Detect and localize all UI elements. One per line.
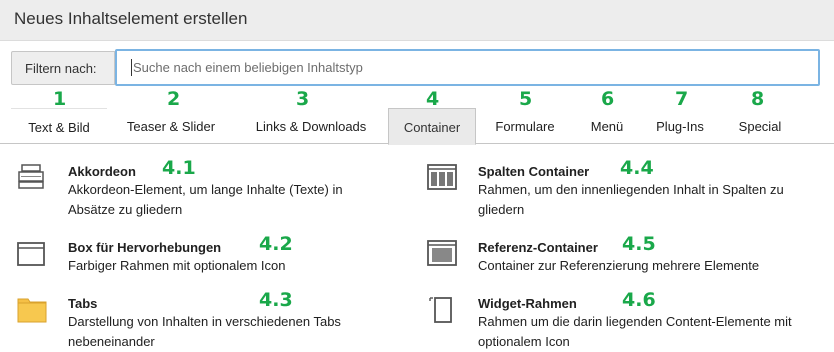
item-description: Rahmen um die darin liegenden Content-El… [478, 314, 792, 349]
item-title: Referenz-Container [478, 240, 598, 255]
tab-bar: Text & Bild Teaser & Slider Links & Down… [0, 108, 834, 145]
item-title: Tabs [68, 296, 98, 311]
item-number: 4.3 [259, 289, 293, 311]
tab-number-4: 4 [426, 88, 440, 110]
tab-plug-ins[interactable]: Plug-Ins [644, 108, 716, 144]
item-number: 4.6 [622, 289, 656, 311]
tab-teaser-slider[interactable]: Teaser & Slider [108, 108, 234, 144]
tab-formulare[interactable]: Formulare [480, 108, 570, 144]
tab-menue[interactable]: Menü [574, 108, 640, 144]
tab-number-8: 8 [751, 88, 765, 110]
item-title: Widget-Rahmen [478, 296, 577, 311]
item-title: Akkordeon [68, 164, 136, 179]
content-item-akkordeon[interactable]: Akkordeon Akkordeon-Element, um lange In… [16, 157, 396, 218]
tab-number-2: 2 [167, 88, 181, 110]
content-item-widget-rahmen[interactable]: Widget-Rahmen Rahmen um die darin liegen… [426, 289, 830, 350]
tab-number-3: 3 [296, 88, 310, 110]
tab-text-bild[interactable]: Text & Bild [11, 108, 107, 144]
filter-label: Filtern nach: [11, 51, 115, 85]
item-description: Rahmen, um den innenliegenden Inhalt in … [478, 182, 784, 217]
content-item-referenz-container[interactable]: Referenz-Container Container zur Referen… [426, 233, 830, 280]
accordion-icon [16, 164, 46, 194]
content-item-tabs[interactable]: Tabs Darstellung von Inhalten in verschi… [16, 289, 396, 350]
item-description: Akkordeon-Element, um lange Inhalte (Tex… [68, 182, 343, 217]
tab-special[interactable]: Special [724, 108, 796, 144]
tab-number-7: 7 [675, 88, 689, 110]
columns-icon [426, 162, 457, 192]
item-title: Box für Hervorhebungen [68, 240, 222, 255]
tab-number-6: 6 [601, 88, 615, 110]
reference-container-icon [426, 238, 457, 268]
tab-number-1: 1 [53, 88, 67, 110]
dialog-header: Neues Inhaltselement erstellen [0, 0, 834, 41]
dialog-title: Neues Inhaltselement erstellen [14, 9, 248, 28]
tab-container[interactable]: Container [388, 108, 476, 145]
item-description: Container zur Referenzierung mehrere Ele… [478, 258, 760, 273]
item-number: 4.5 [622, 233, 656, 255]
tab-links-downloads[interactable]: Links & Downloads [236, 108, 386, 144]
item-description: Darstellung von Inhalten in verschiedene… [68, 314, 341, 349]
item-number: 4.2 [259, 233, 293, 255]
text-caret [131, 59, 132, 76]
item-title: Spalten Container [478, 164, 590, 179]
item-description: Farbiger Rahmen mit optionalem Icon [68, 258, 286, 273]
widget-frame-icon [426, 294, 456, 324]
box-icon [16, 240, 46, 270]
tab-number-5: 5 [519, 88, 533, 110]
item-number: 4.4 [620, 157, 654, 179]
folder-icon [16, 294, 47, 324]
content-item-spalten-container[interactable]: Spalten Container Rahmen, um den innenli… [426, 157, 830, 218]
search-input[interactable] [115, 49, 820, 86]
item-number: 4.1 [162, 157, 196, 179]
content-item-box[interactable]: Box für Hervorhebungen Farbiger Rahmen m… [16, 233, 396, 280]
